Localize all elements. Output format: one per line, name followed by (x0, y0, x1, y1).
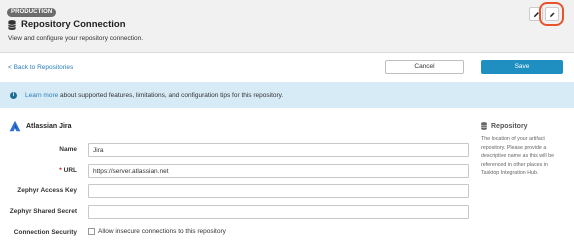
allow-insecure-row[interactable]: Allow insecure connections to this repos… (88, 228, 226, 235)
name-label: Name (59, 146, 77, 153)
info-banner: i Learn more about supported features, l… (0, 82, 574, 108)
repository-name: Atlassian Jira (26, 122, 72, 130)
access-key-label: Zephyr Access Key (17, 187, 77, 194)
help-panel: Repository The location of your artifact… (481, 122, 571, 178)
help-title-row: Repository (481, 122, 571, 130)
connection-security-label: Connection Security (13, 229, 77, 236)
repository-header: Atlassian Jira (9, 120, 72, 132)
access-key-input[interactable] (88, 184, 469, 198)
help-line: The location of your artifact (481, 136, 545, 142)
database-icon (481, 122, 487, 130)
page-title: Repository Connection (21, 19, 126, 30)
allow-insecure-checkbox[interactable] (88, 228, 95, 235)
shared-secret-input[interactable] (88, 205, 469, 219)
shared-secret-label: Zephyr Shared Secret (9, 208, 77, 215)
required-marker: * (59, 167, 62, 174)
url-label: * URL (0, 167, 77, 174)
help-line: referenced in other places in (481, 161, 548, 168)
environment-badge: PRODUCTION (7, 8, 57, 17)
help-title: Repository (491, 122, 528, 130)
help-line: Tasktop Integration Hub. (481, 170, 539, 176)
highlight-annotation (539, 2, 564, 26)
database-icon (8, 19, 16, 30)
url-label-text: URL (63, 167, 77, 174)
url-input[interactable] (88, 164, 469, 178)
save-button[interactable]: Save (481, 60, 563, 74)
name-input[interactable] (88, 143, 469, 157)
jira-logo-icon (9, 120, 21, 132)
info-text: Learn more about supported features, lim… (25, 92, 283, 99)
back-to-repositories-link[interactable]: < Back to Repositories (8, 64, 73, 71)
cancel-button[interactable]: Cancel (385, 60, 464, 74)
help-text: The location of your artifact repository… (481, 135, 571, 178)
page-subtitle: View and configure your repository conne… (8, 35, 144, 42)
help-line: descriptive name as this will be (481, 153, 555, 159)
learn-more-link[interactable]: Learn more (25, 92, 58, 99)
page-header: PRODUCTION Repository Connection View an… (0, 0, 574, 52)
title-row: Repository Connection (8, 19, 126, 30)
divider (0, 52, 574, 53)
info-icon: i (10, 91, 17, 99)
allow-insecure-label: Allow insecure connections to this repos… (98, 228, 226, 235)
info-message: about supported features, limitations, a… (58, 91, 284, 99)
help-line: repository. Please provide a (481, 144, 547, 151)
